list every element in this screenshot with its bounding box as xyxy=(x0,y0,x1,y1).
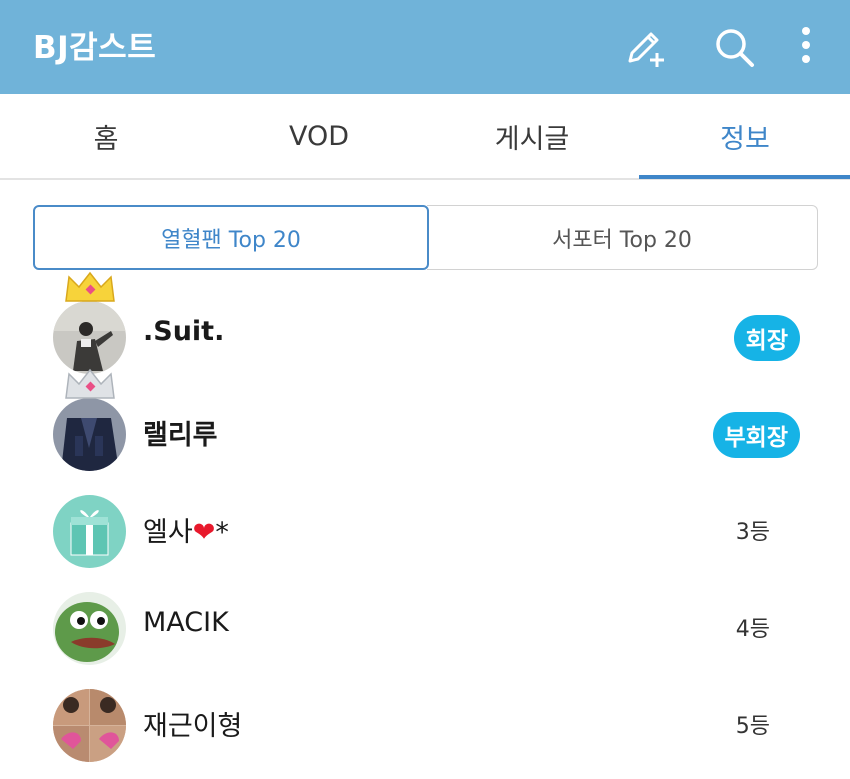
app-title: BJ감스트 xyxy=(33,30,157,66)
list-item[interactable]: MACIK 4등 xyxy=(0,577,850,673)
fan-name: 엘사❤* xyxy=(143,517,229,548)
tab-info[interactable]: 정보 xyxy=(639,94,850,178)
tab-posts[interactable]: 게시글 xyxy=(426,94,638,178)
fan-name: 랠리루 xyxy=(143,420,218,451)
more-vertical-icon[interactable] xyxy=(779,20,833,74)
avatar xyxy=(53,398,126,471)
active-tab-indicator xyxy=(639,175,850,179)
status-badge: 회장 xyxy=(733,315,800,361)
silver-crown-icon xyxy=(65,368,115,399)
rank-label: 5등 xyxy=(735,714,770,739)
heart-icon: ❤ xyxy=(192,517,216,548)
rank-label: 4등 xyxy=(735,617,770,642)
tab-bar: 홈 VOD 게시글 정보 xyxy=(0,94,850,180)
gold-crown-icon xyxy=(65,271,115,302)
search-icon[interactable] xyxy=(707,20,761,74)
app-bar: BJ감스트 xyxy=(0,0,850,94)
compose-plus-icon[interactable] xyxy=(617,20,671,74)
list-item[interactable]: .Suit. 회장 xyxy=(0,271,850,382)
fan-name: .Suit. xyxy=(143,316,225,347)
rank-label: 3등 xyxy=(735,520,770,545)
fan-name: 재근이형 xyxy=(143,711,243,742)
status-badge: 부회장 xyxy=(712,412,800,458)
avatar xyxy=(53,689,126,762)
avatar xyxy=(53,495,126,568)
list-item[interactable]: 재근이형 5등 xyxy=(0,674,850,770)
fan-name: MACIK xyxy=(143,607,229,638)
tab-home[interactable]: 홈 xyxy=(0,94,212,178)
tab-vod[interactable]: VOD xyxy=(213,94,425,178)
avatar xyxy=(53,301,126,374)
segment-top-supporters[interactable]: 서포터 Top 20 xyxy=(427,205,818,270)
list-item[interactable]: 랠리루 부회장 xyxy=(0,368,850,479)
segment-top-fans[interactable]: 열혈팬 Top 20 xyxy=(33,205,429,270)
list-item[interactable]: 엘사❤* 3등 xyxy=(0,480,850,576)
avatar xyxy=(53,592,126,665)
